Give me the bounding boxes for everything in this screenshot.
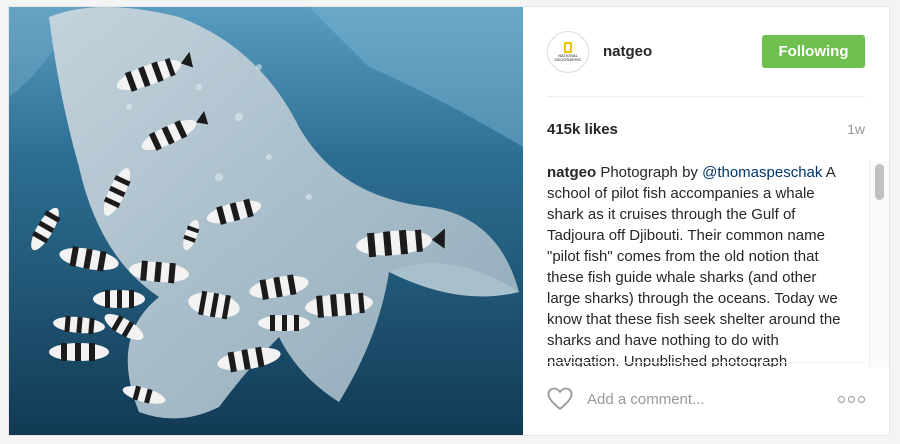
post-card: NATIONAL GEOGRAPHIC natgeo Following 415…: [8, 6, 890, 436]
dot-icon: [858, 395, 865, 403]
more-options-icon[interactable]: [838, 392, 865, 407]
likes-count[interactable]: 415k likes: [547, 121, 618, 138]
caption: natgeo Photograph by @thomaspeschak A sc…: [547, 161, 845, 367]
post-sidebar: NATIONAL GEOGRAPHIC natgeo Following 415…: [523, 7, 889, 435]
whale-shark-photo: [9, 7, 523, 435]
comment-input[interactable]: [587, 390, 838, 408]
post-header: NATIONAL GEOGRAPHIC natgeo Following: [547, 7, 865, 97]
post-photo[interactable]: [9, 7, 523, 435]
avatar[interactable]: NATIONAL GEOGRAPHIC: [547, 30, 589, 73]
caption-username-link[interactable]: natgeo: [547, 164, 596, 181]
username-link[interactable]: natgeo: [603, 43, 762, 60]
heart-icon[interactable]: [547, 387, 573, 411]
post-age[interactable]: 1w: [847, 121, 865, 137]
dot-icon: [848, 395, 855, 403]
comment-bar: [547, 362, 865, 435]
caption-text-start: Photograph by: [596, 164, 703, 181]
natgeo-logo-icon: [564, 41, 572, 53]
avatar-label: NATIONAL GEOGRAPHIC: [554, 52, 582, 62]
following-button[interactable]: Following: [762, 35, 865, 68]
scroll-thumb[interactable]: [875, 164, 884, 200]
likes-row: 415k likes 1w: [547, 97, 865, 161]
caption-scrollbar[interactable]: [869, 161, 889, 367]
dot-icon: [838, 395, 845, 403]
mention-link[interactable]: @thomaspeschak: [702, 164, 822, 181]
caption-container: natgeo Photograph by @thomaspeschak A sc…: [547, 161, 889, 367]
caption-text-body: A school of pilot fish accompanies a wha…: [547, 164, 841, 367]
